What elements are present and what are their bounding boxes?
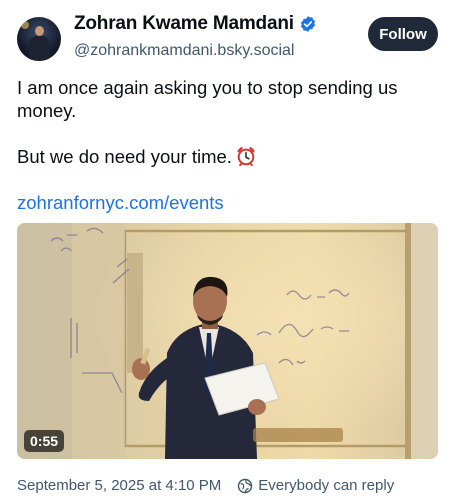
author-display-name[interactable]: Zohran Kwame Mamdani bbox=[74, 13, 294, 35]
post-footer: September 5, 2025 at 4:10 PM Everybody c… bbox=[17, 477, 394, 494]
events-link[interactable]: zohranfornyc.com/events bbox=[17, 192, 224, 214]
avatar-body bbox=[29, 36, 50, 61]
post-text-line1: I am once again asking you to stop sendi… bbox=[17, 77, 398, 121]
globe-reply-icon bbox=[238, 478, 253, 493]
post-text-line2-label: But we do need your time. bbox=[17, 146, 232, 167]
avatar[interactable] bbox=[17, 17, 61, 61]
video-player[interactable]: 0:55 bbox=[17, 223, 438, 459]
post-timestamp[interactable]: September 5, 2025 at 4:10 PM bbox=[17, 477, 221, 494]
avatar-light bbox=[21, 21, 29, 29]
follow-button[interactable]: Follow bbox=[368, 17, 438, 51]
reply-setting[interactable]: Everybody can reply bbox=[258, 477, 394, 494]
video-thumbnail bbox=[17, 223, 438, 459]
author-name-row: Zohran Kwame Mamdani bbox=[74, 13, 317, 35]
avatar-head bbox=[35, 26, 44, 36]
verified-checkmark-icon bbox=[300, 16, 315, 32]
alarm-clock-emoji: ⏰ bbox=[235, 145, 257, 167]
author-handle[interactable]: @zohrankmamdani.bsky.social bbox=[74, 42, 294, 60]
post-text-line2: But we do need your time.⏰ bbox=[17, 145, 437, 168]
video-duration-badge: 0:55 bbox=[24, 430, 65, 452]
